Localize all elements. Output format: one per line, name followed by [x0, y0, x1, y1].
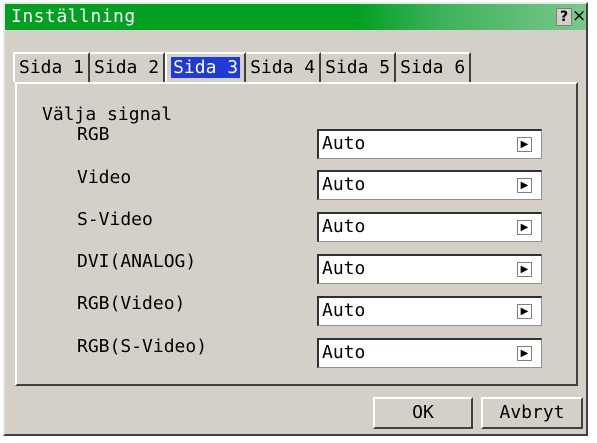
- signal-label-s-video: S-Video: [77, 209, 153, 230]
- help-button[interactable]: ?: [556, 8, 572, 26]
- signal-select-rgb-video[interactable]: Auto ▶: [317, 296, 542, 326]
- cancel-button[interactable]: Avbryt: [481, 397, 583, 429]
- close-icon[interactable]: ×: [572, 8, 586, 26]
- settings-dialog: Inställning ? × Sida 1 Sida 2 Sida 3 Sid…: [3, 2, 588, 436]
- title-bar[interactable]: Inställning ? ×: [5, 4, 586, 30]
- select-value: Auto: [322, 174, 366, 195]
- tab-label: Sida 4: [250, 57, 316, 78]
- ok-button[interactable]: OK: [373, 397, 473, 429]
- select-value: Auto: [322, 216, 366, 237]
- select-value: Auto: [322, 133, 366, 154]
- tab-strip: Sida 1 Sida 2 Sida 3 Sida 4 Sida 5 Sida …: [13, 52, 472, 82]
- arrow-right-icon[interactable]: ▶: [517, 178, 532, 193]
- tab-label: Sida 2: [94, 57, 160, 78]
- tab-label: Sida 1: [19, 57, 85, 78]
- signal-select-rgb-s-video[interactable]: Auto ▶: [317, 338, 542, 368]
- tab-label: Sida 3: [171, 57, 241, 78]
- signal-select-dvi-analog[interactable]: Auto ▶: [317, 254, 542, 284]
- tab-sida-4[interactable]: Sida 4: [246, 52, 322, 82]
- tab-label: Sida 5: [325, 57, 391, 78]
- tab-sida-6[interactable]: Sida 6: [396, 52, 472, 82]
- tab-label: Sida 6: [400, 57, 466, 78]
- window-title: Inställning: [11, 6, 136, 27]
- arrow-right-icon[interactable]: ▶: [517, 137, 532, 152]
- dialog-footer: OK Avbryt: [5, 388, 586, 434]
- tab-sida-2[interactable]: Sida 2: [90, 52, 166, 82]
- tab-sida-3[interactable]: Sida 3: [165, 52, 247, 82]
- tab-panel: Välja signal RGB Auto ▶ Video Auto ▶ S-V…: [15, 82, 578, 386]
- signal-label-rgb-s-video: RGB(S-Video): [77, 336, 208, 357]
- signal-label-rgb-video: RGB(Video): [77, 293, 186, 314]
- tab-sida-1[interactable]: Sida 1: [13, 52, 91, 82]
- arrow-right-icon[interactable]: ▶: [517, 262, 532, 277]
- select-value: Auto: [322, 300, 366, 321]
- signal-label-rgb: RGB: [77, 124, 110, 145]
- signal-select-s-video[interactable]: Auto ▶: [317, 212, 542, 242]
- section-title: Välja signal: [42, 104, 173, 125]
- signal-select-video[interactable]: Auto ▶: [317, 170, 542, 200]
- arrow-right-icon[interactable]: ▶: [517, 220, 532, 235]
- tab-sida-5[interactable]: Sida 5: [321, 52, 397, 82]
- arrow-right-icon[interactable]: ▶: [517, 304, 532, 319]
- signal-label-video: Video: [77, 167, 132, 188]
- select-value: Auto: [322, 258, 366, 279]
- signal-select-rgb[interactable]: Auto ▶: [317, 129, 542, 159]
- signal-label-dvi-analog: DVI(ANALOG): [77, 251, 197, 272]
- arrow-right-icon[interactable]: ▶: [517, 346, 532, 361]
- select-value: Auto: [322, 342, 366, 363]
